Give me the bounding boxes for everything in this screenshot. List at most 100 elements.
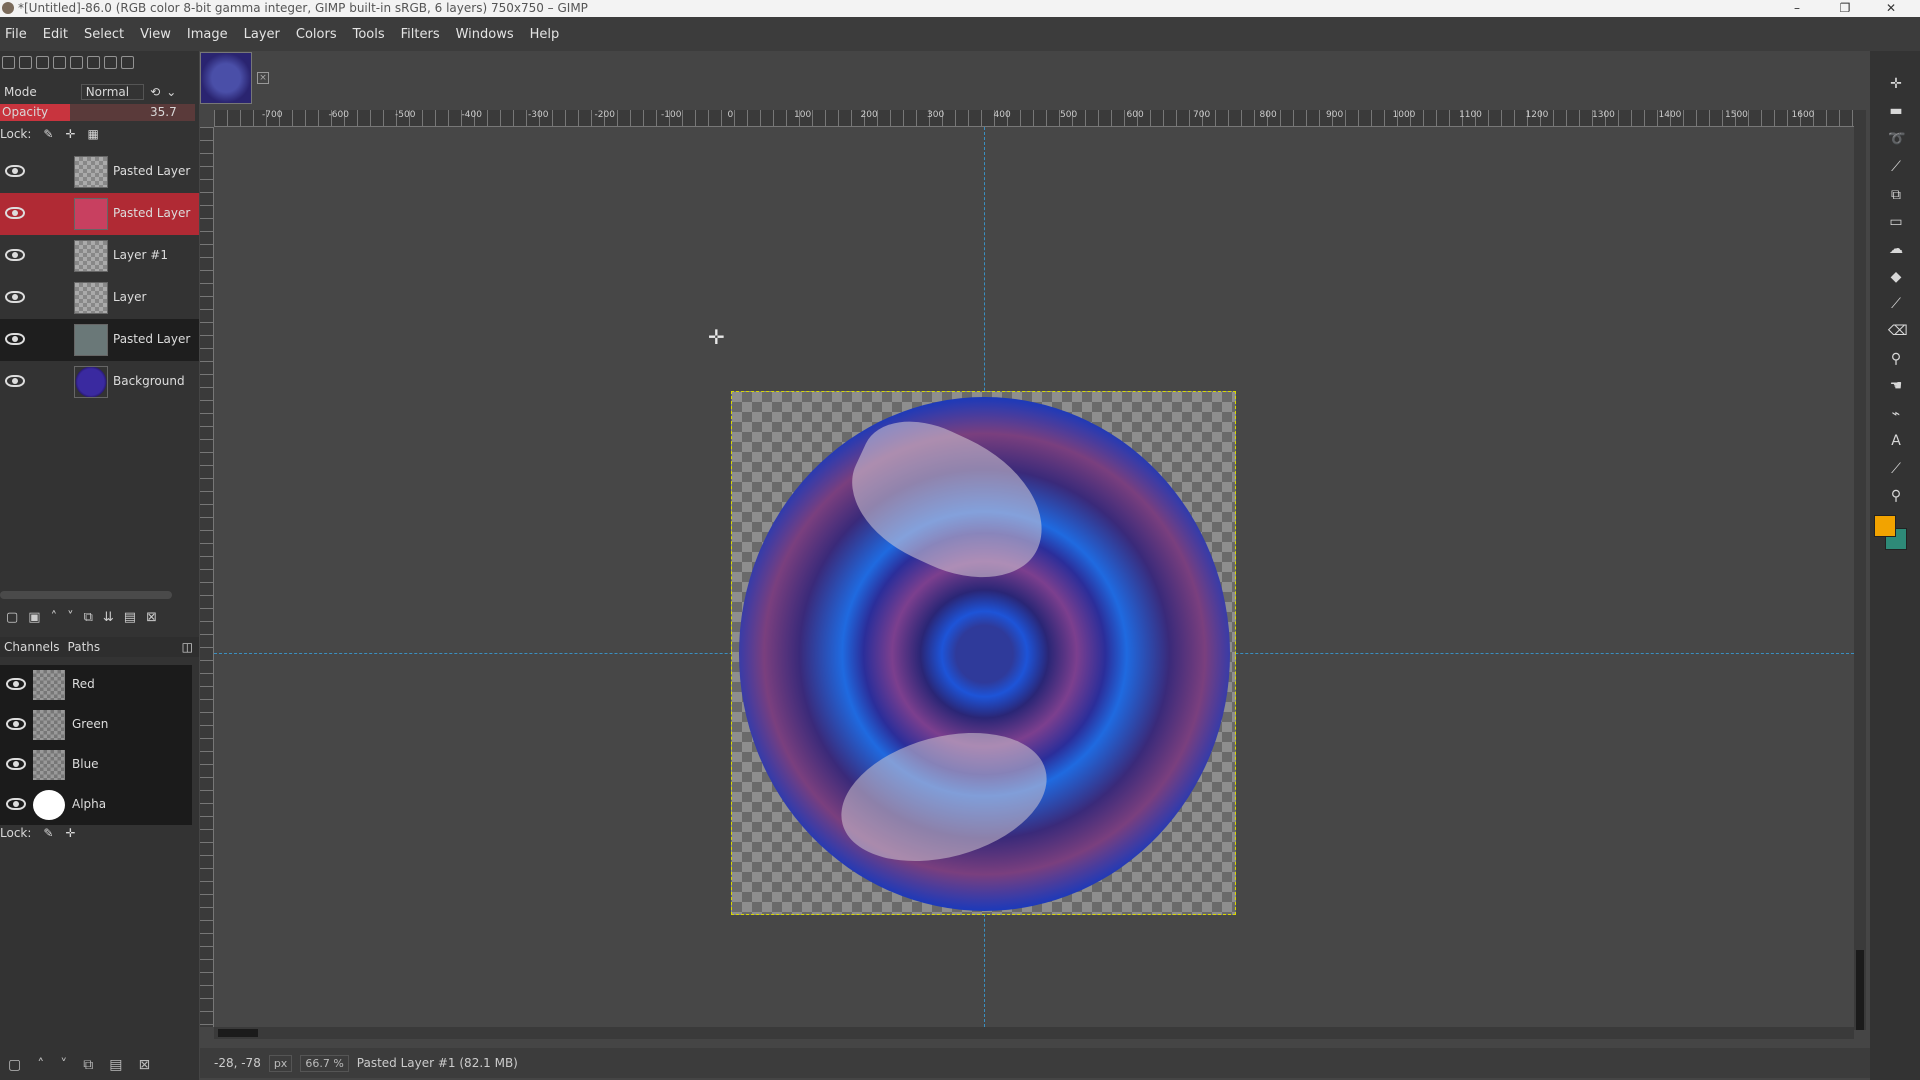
minimize-button[interactable]: – [1782, 0, 1812, 17]
opacity-slider[interactable]: Opacity 35.7 [0, 104, 195, 121]
menu-colors[interactable]: Colors [296, 27, 337, 42]
layer-name: Pasted Layer [113, 206, 191, 220]
clone-icon[interactable]: ⚲ [1888, 351, 1904, 367]
lower-channel-icon[interactable]: ˅ [60, 1057, 67, 1073]
delete-layer-icon[interactable]: ⊠ [146, 610, 157, 625]
fonts-tab-icon[interactable] [70, 55, 83, 69]
layer-row-active[interactable]: Pasted Layer [0, 193, 199, 235]
layers-scrollbar[interactable] [0, 591, 172, 599]
eye-icon[interactable] [6, 718, 26, 730]
layer-row[interactable]: Layer #1 [0, 235, 199, 277]
crop-icon[interactable]: ⧉ [1888, 187, 1904, 203]
device-status-tab-icon[interactable] [19, 55, 32, 69]
menu-layer[interactable]: Layer [244, 27, 280, 42]
lock-alpha-icon[interactable]: ▦ [88, 127, 99, 141]
raise-layer-icon[interactable]: ˄ [51, 610, 58, 625]
horizontal-ruler[interactable]: -700 -600 -500 -400 -300 -200 -100 0 100 200 300 40… [214, 110, 1854, 127]
channel-row-alpha[interactable]: Alpha [0, 785, 192, 825]
image-tab-thumbnail[interactable] [200, 52, 252, 104]
warp-icon[interactable]: ☁ [1888, 241, 1904, 257]
eye-icon[interactable] [5, 249, 25, 261]
lock-pixels-icon[interactable]: ✎ [43, 127, 53, 141]
tool-options-tab-icon[interactable] [2, 55, 15, 69]
menu-file[interactable]: File [5, 27, 27, 42]
bucket-fill-icon[interactable]: ◆ [1888, 269, 1904, 285]
channel-row-blue[interactable]: Blue [0, 745, 192, 785]
layers-tab-icon[interactable] [87, 55, 100, 69]
layer-row[interactable]: Background [0, 361, 199, 403]
layer-mask-icon[interactable]: ▤ [124, 610, 136, 625]
eye-icon[interactable] [5, 375, 25, 387]
eye-icon[interactable] [5, 333, 25, 345]
lock-position-icon[interactable]: ✛ [65, 826, 75, 840]
paintbrush-icon[interactable]: ⟋ [1888, 296, 1904, 312]
duplicate-layer-icon[interactable]: ⧉ [84, 610, 93, 625]
duplicate-channel-icon[interactable]: ⧉ [83, 1057, 93, 1073]
channel-row-red[interactable]: Red [0, 665, 192, 705]
eraser-icon[interactable]: ⌫ [1888, 323, 1908, 339]
brushes-tab-icon[interactable] [36, 55, 49, 69]
maximize-button[interactable]: ❐ [1830, 0, 1860, 17]
transform-icon[interactable]: ▭ [1888, 214, 1904, 230]
delete-channel-icon[interactable]: ⊠ [138, 1057, 150, 1073]
horizontal-scrollbar[interactable] [214, 1027, 1854, 1039]
raise-channel-icon[interactable]: ˄ [37, 1057, 44, 1073]
image-canvas[interactable]: ✛ [214, 127, 1854, 1027]
layer-row[interactable]: Layer [0, 277, 199, 319]
new-layer-icon[interactable]: ▢ [6, 610, 18, 625]
layers-button-row: ▢ ▣ ˄ ˅ ⧉ ⇊ ▤ ⊠ [0, 607, 199, 627]
zoom-icon[interactable]: ⚲ [1888, 488, 1904, 504]
menu-view[interactable]: View [140, 27, 171, 42]
merge-layer-icon[interactable]: ⇊ [103, 610, 114, 625]
layer-row[interactable]: Pasted Layer [0, 151, 199, 193]
image-layer-boundary[interactable] [731, 391, 1236, 915]
patterns-tab-icon[interactable] [53, 55, 66, 69]
tab-paths[interactable]: Paths [68, 640, 101, 654]
scrollbar-thumb[interactable] [218, 1029, 258, 1037]
menu-select[interactable]: Select [84, 27, 124, 42]
eye-icon[interactable] [6, 678, 26, 690]
text-icon[interactable]: A [1888, 433, 1904, 449]
foreground-color-swatch[interactable] [1874, 515, 1896, 537]
undo-history-tab-icon[interactable] [104, 55, 117, 69]
close-icon[interactable]: × [257, 72, 269, 84]
lock-pixels-icon[interactable]: ✎ [43, 826, 53, 840]
smudge-icon[interactable]: ☚ [1888, 378, 1904, 394]
lower-layer-icon[interactable]: ˅ [67, 610, 74, 625]
new-layer-group-icon[interactable]: ▣ [28, 610, 40, 625]
eye-icon[interactable] [5, 291, 25, 303]
eye-icon[interactable] [6, 758, 26, 770]
menu-filters[interactable]: Filters [401, 27, 440, 42]
menu-help[interactable]: Help [530, 27, 560, 42]
menu-edit[interactable]: Edit [43, 27, 68, 42]
vertical-scrollbar[interactable] [1854, 110, 1866, 1030]
mode-select[interactable]: Normal [80, 84, 145, 100]
vertical-ruler[interactable] [200, 127, 214, 1027]
channel-to-selection-icon[interactable]: ▤ [109, 1057, 122, 1073]
scrollbar-thumb[interactable] [1856, 950, 1864, 1030]
menu-windows[interactable]: Windows [456, 27, 514, 42]
configure-tab-icon[interactable] [121, 55, 134, 69]
configure-tab-icon[interactable]: ◫ [182, 640, 193, 654]
lock-position-icon[interactable]: ✛ [65, 127, 75, 141]
eye-icon[interactable] [6, 798, 26, 810]
color-picker-icon[interactable]: ⟋ [1888, 461, 1904, 477]
move-icon[interactable]: ✛ [1888, 76, 1904, 92]
new-channel-icon[interactable]: ▢ [8, 1057, 21, 1073]
paths-icon[interactable]: ⌁ [1888, 406, 1904, 422]
fuzzy-select-icon[interactable]: ⟋ [1888, 159, 1904, 175]
align-icon[interactable]: ▬ [1888, 103, 1904, 119]
unit-select[interactable]: px [268, 1054, 293, 1072]
zoom-select[interactable]: 66.7 % [300, 1054, 349, 1072]
layer-row[interactable]: Pasted Layer [0, 319, 199, 361]
eye-icon[interactable] [5, 165, 25, 177]
tab-channels[interactable]: Channels [4, 640, 60, 654]
lasso-icon[interactable]: ➰ [1888, 131, 1905, 147]
menu-tools[interactable]: Tools [353, 27, 385, 42]
eye-icon[interactable] [5, 207, 25, 219]
close-button[interactable]: ✕ [1876, 0, 1906, 17]
menu-image[interactable]: Image [187, 27, 228, 42]
reset-mode-icon[interactable]: ⟲ [150, 85, 160, 99]
channel-row-green[interactable]: Green [0, 705, 192, 745]
chevron-down-icon[interactable]: ⌄ [166, 85, 176, 99]
